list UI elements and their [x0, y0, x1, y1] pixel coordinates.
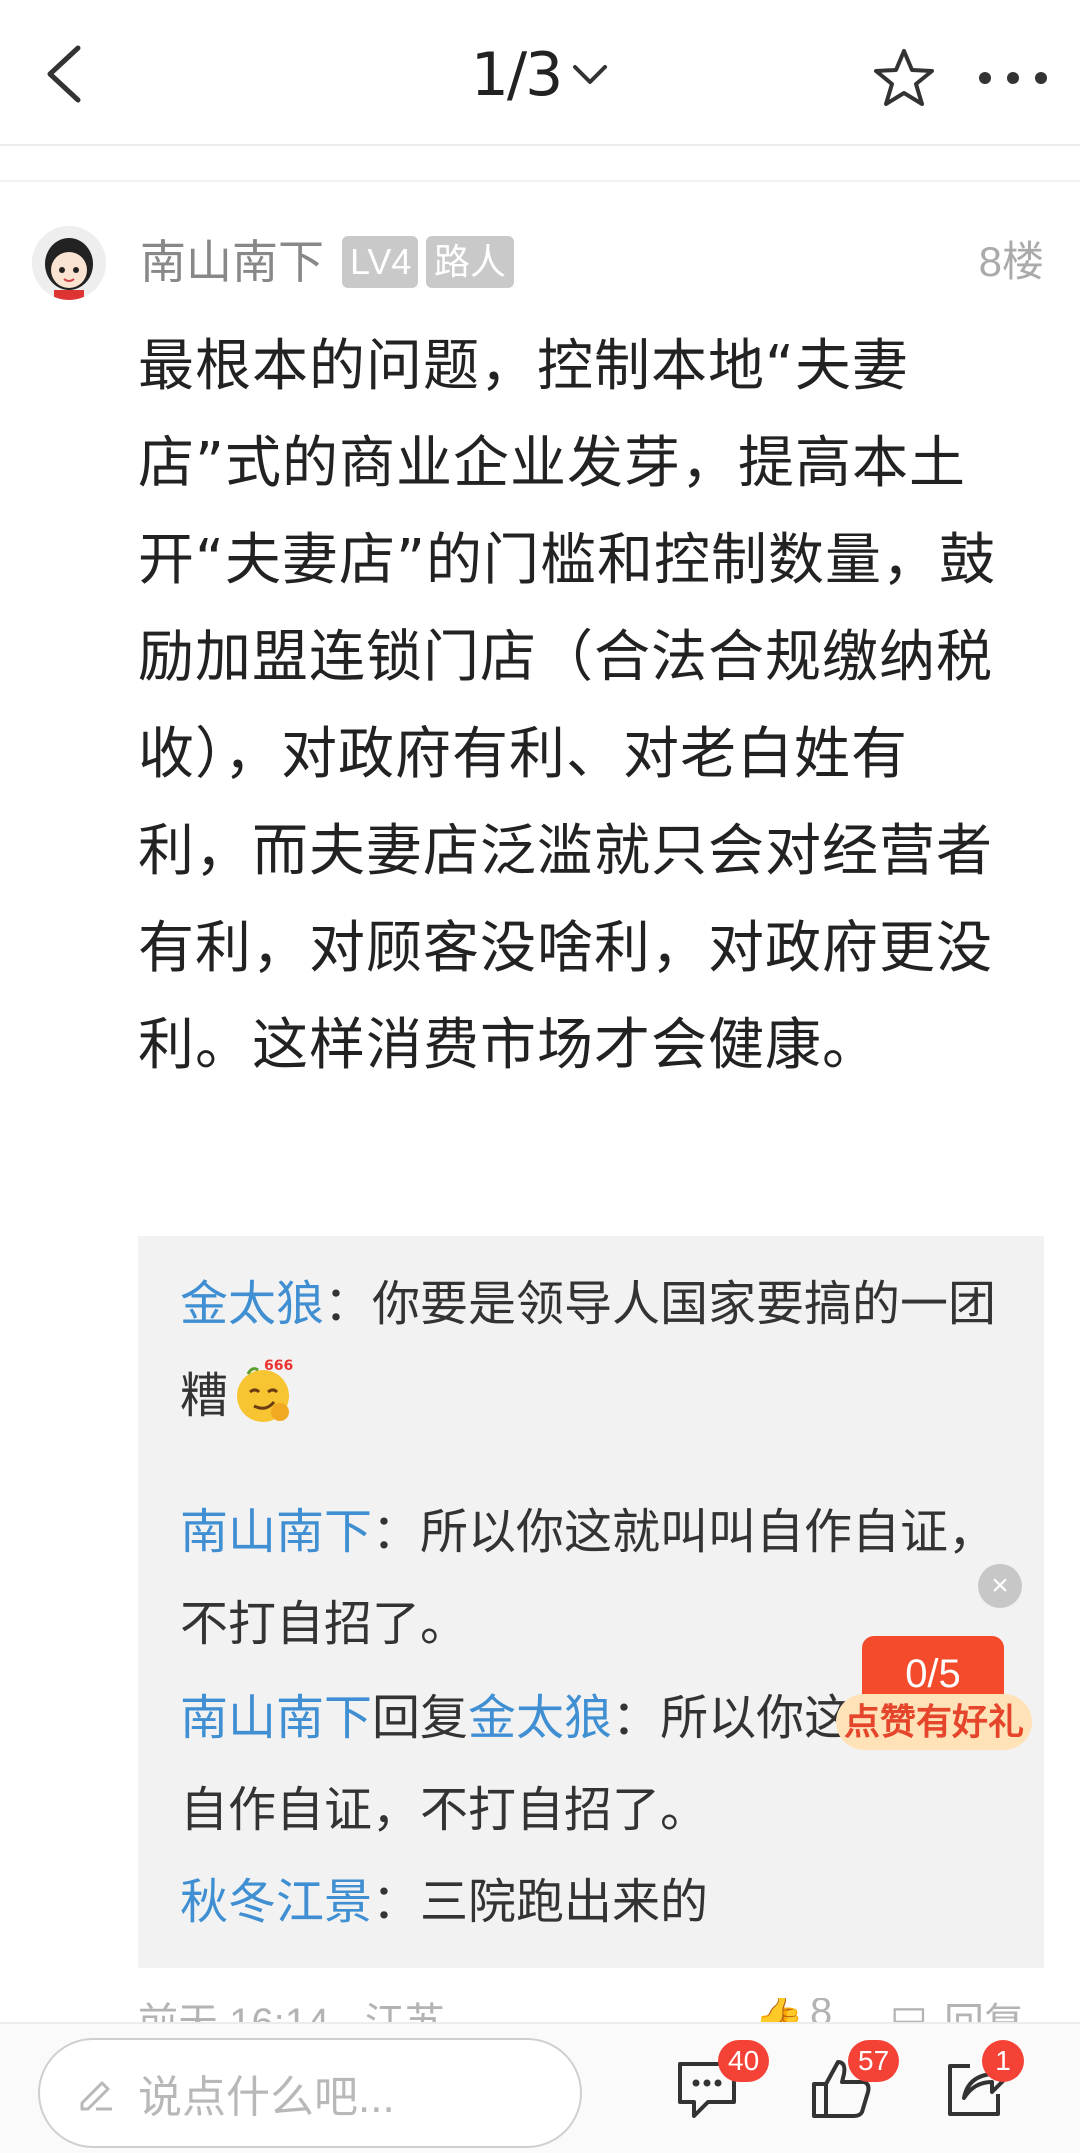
like-count-badge: 57: [848, 2040, 900, 2082]
level-badge: LV4: [342, 236, 418, 288]
close-icon: ×: [991, 1569, 1009, 1602]
back-button[interactable]: [22, 32, 106, 116]
post-author-name[interactable]: 南山南下: [140, 232, 324, 292]
favorite-button[interactable]: [862, 36, 946, 120]
pencil-icon: [80, 2081, 112, 2111]
chevron-down-icon: [573, 65, 608, 84]
reply-text: 三院跑出来的: [420, 1874, 709, 1930]
star-icon: [874, 49, 934, 106]
reply-separator: ：: [372, 1874, 421, 1930]
bottom-action-bar: 说点什么吧...: [0, 2022, 1080, 2153]
promo-close-button[interactable]: ×: [978, 1564, 1022, 1608]
floor-number: 8楼: [978, 238, 1044, 285]
reply-author[interactable]: 南山南下: [180, 1690, 372, 1746]
reply-author[interactable]: 南山南下: [180, 1504, 372, 1560]
reply-author[interactable]: 金太狼: [180, 1276, 324, 1332]
comment-input[interactable]: 说点什么吧...: [38, 2038, 582, 2148]
reply-separator: ：: [372, 1504, 421, 1560]
back-arrow-icon: [47, 45, 81, 103]
promo-label[interactable]: 点赞有好礼: [836, 1694, 1032, 1750]
share-count-badge: 1: [982, 2040, 1024, 2082]
post-content: 最根本的问题，控制本地“夫妻店”式的商业企业发芽，提高本土开“夫妻店”的门槛和控…: [138, 334, 997, 1078]
sub-replies-panel[interactable]: 金太狼：你要是领导人国家要搞的一团糟 666 南山南下：所以你这就叫叫自作自证，…: [138, 1236, 1044, 1968]
avatar[interactable]: [32, 226, 106, 300]
more-button[interactable]: [968, 36, 1058, 120]
avatar-icon: [32, 226, 106, 300]
sub-reply[interactable]: 秋冬江景：三院跑出来的: [180, 1856, 1020, 1948]
smirk-666-emoji-icon: 666: [237, 1358, 293, 1422]
reply-target[interactable]: 金太狼: [468, 1690, 612, 1746]
comment-count-badge: 40: [718, 2040, 770, 2082]
page-selector[interactable]: 1/3: [440, 30, 640, 120]
reply-separator: ：: [612, 1690, 661, 1746]
more-dots-icon: [979, 72, 1047, 84]
page-indicator: 1/3: [470, 40, 564, 110]
svg-text:666: 666: [264, 1358, 293, 1374]
divider: [0, 148, 1080, 182]
comment-input-placeholder: 说点什么吧...: [138, 2073, 395, 2122]
sub-reply[interactable]: 金太狼：你要是领导人国家要搞的一团糟 666: [180, 1258, 1020, 1442]
role-badge: 路人: [426, 236, 514, 288]
top-nav-bar: 1/3: [0, 0, 1080, 146]
reply-separator: ：: [324, 1276, 373, 1332]
reply-word: 回复: [372, 1690, 469, 1746]
reply-author[interactable]: 秋冬江景: [180, 1874, 372, 1930]
